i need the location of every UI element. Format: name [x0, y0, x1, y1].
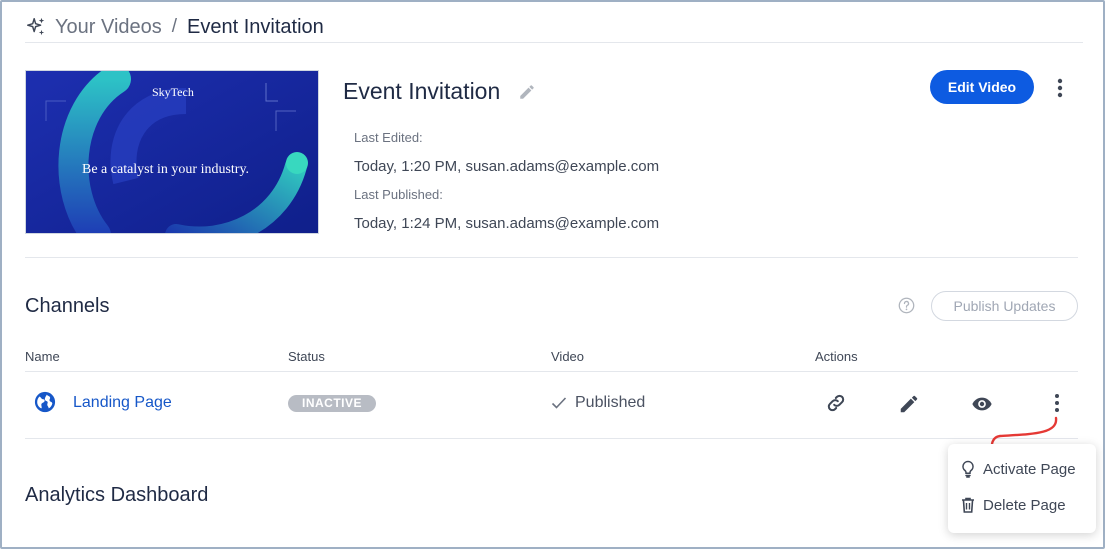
video-status: Published [551, 394, 645, 412]
more-vertical-icon[interactable] [1050, 76, 1070, 100]
row-actions-menu: Activate Page Delete Page [948, 444, 1096, 533]
breadcrumb-your-videos[interactable]: Your Videos [55, 16, 162, 39]
lightbulb-icon [962, 460, 974, 478]
analytics-dashboard-title: Analytics Dashboard [25, 484, 209, 506]
status-badge: INACTIVE [288, 395, 376, 412]
video-title-text: Event Invitation [343, 78, 501, 104]
last-published-label: Last Published: [354, 187, 443, 202]
breadcrumb-current: Event Invitation [187, 15, 324, 38]
menu-item-label: Activate Page [983, 460, 1076, 478]
pencil-icon[interactable] [898, 393, 920, 415]
globe-icon [34, 391, 56, 413]
trash-icon [962, 497, 974, 513]
check-icon [551, 397, 567, 409]
channels-title: Channels [25, 295, 110, 317]
breadcrumb-separator: / [171, 16, 178, 37]
edit-video-button[interactable]: Edit Video [930, 70, 1034, 104]
breadcrumb: Your Videos / Event Invitation [25, 13, 324, 41]
link-icon[interactable] [825, 392, 847, 414]
thumbnail-brand: SkyTech [152, 85, 194, 99]
table-header-divider [25, 371, 1078, 372]
pencil-icon[interactable] [518, 83, 536, 101]
last-published-value: Today, 1:24 PM, susan.adams@example.com [354, 215, 660, 232]
header-divider [25, 42, 1083, 43]
menu-item-delete-page[interactable]: Delete Page [960, 494, 1066, 516]
video-thumbnail[interactable]: SkyTech Be a catalyst in your industry. [25, 70, 319, 234]
last-edited-value: Today, 1:20 PM, susan.adams@example.com [354, 158, 660, 175]
column-header-actions: Actions [815, 349, 858, 364]
section-divider [25, 257, 1078, 258]
column-header-status: Status [288, 349, 325, 364]
help-icon[interactable] [898, 297, 915, 314]
table-row-divider [25, 438, 1078, 439]
menu-item-label: Delete Page [983, 496, 1066, 514]
sparkle-icon [27, 17, 45, 36]
column-header-video: Video [551, 349, 585, 364]
landing-page-link[interactable]: Landing Page [73, 394, 172, 412]
menu-item-activate-page[interactable]: Activate Page [960, 458, 1076, 480]
column-header-name: Name [25, 349, 60, 364]
last-edited-label: Last Edited: [354, 130, 423, 145]
publish-updates-button[interactable]: Publish Updates [931, 291, 1078, 321]
thumbnail-tagline: Be a catalyst in your industry. [82, 162, 250, 177]
video-title: Event Invitation [343, 78, 536, 105]
video-status-text: Published [575, 394, 646, 411]
